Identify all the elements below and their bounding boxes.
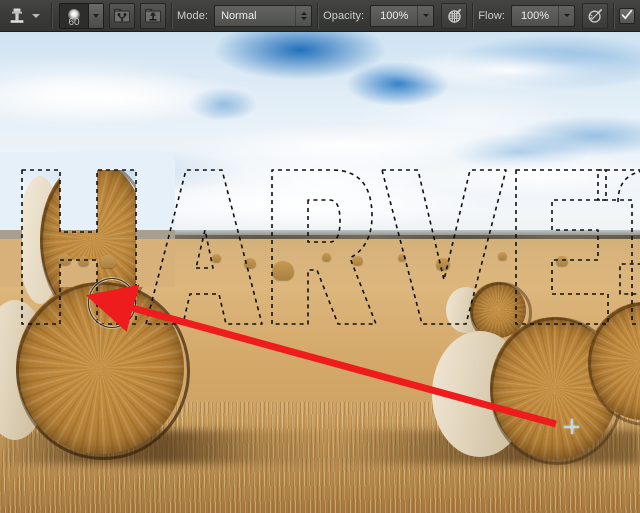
opacity-pressure-icon[interactable]	[441, 2, 468, 29]
flow-select[interactable]: 100%	[511, 4, 576, 27]
brush-cursor-ring	[88, 278, 136, 328]
brush-size-widget[interactable]: 60	[59, 2, 104, 29]
separator	[51, 2, 52, 29]
mode-label: Mode:	[177, 9, 209, 22]
chevron-down-icon	[93, 13, 99, 18]
checkbox-box[interactable]	[619, 7, 636, 24]
tool-preset-chevron-down-icon[interactable]	[32, 13, 40, 18]
separator	[317, 2, 319, 29]
document-canvas[interactable]	[0, 32, 640, 513]
aligned-checkbox[interactable]: Aligned	[619, 7, 640, 24]
clone-stamp-icon[interactable]	[4, 3, 30, 29]
opacity-dropdown-button[interactable]	[417, 5, 433, 26]
opacity-value: 100%	[380, 9, 409, 22]
separator	[171, 2, 172, 29]
chevron-down-icon	[563, 14, 570, 17]
mode-stepper[interactable]	[295, 5, 311, 26]
brush-preview[interactable]: 60	[60, 4, 88, 28]
photoshop-window: 60 Mode: Normal Opacity: 100% Flow: 100%	[0, 0, 640, 513]
separator	[472, 2, 474, 29]
flow-value: 100%	[520, 9, 550, 22]
separator	[613, 2, 615, 29]
opacity-label: Opacity:	[323, 9, 365, 22]
harvest-text-selection[interactable]	[0, 32, 640, 513]
flow-dropdown-button[interactable]	[558, 5, 574, 26]
flow-label: Flow:	[478, 9, 506, 22]
opacity-select[interactable]: 100%	[370, 4, 435, 27]
chevron-down-icon	[300, 16, 307, 20]
options-bar: 60 Mode: Normal Opacity: 100% Flow: 100%	[0, 0, 640, 32]
chevron-up-icon	[300, 11, 307, 15]
brush-panel-toggle[interactable]	[109, 2, 135, 29]
chevron-down-icon	[422, 14, 429, 17]
clone-source-panel-toggle[interactable]	[140, 2, 166, 29]
brush-dropdown-button[interactable]	[88, 3, 103, 28]
clone-source-crosshair	[564, 419, 579, 434]
mode-value: Normal	[221, 9, 257, 22]
airbrush-icon[interactable]	[582, 2, 609, 29]
brush-size-value: 60	[68, 16, 80, 28]
checkmark-icon	[621, 9, 633, 20]
mode-select[interactable]: Normal	[214, 4, 313, 27]
